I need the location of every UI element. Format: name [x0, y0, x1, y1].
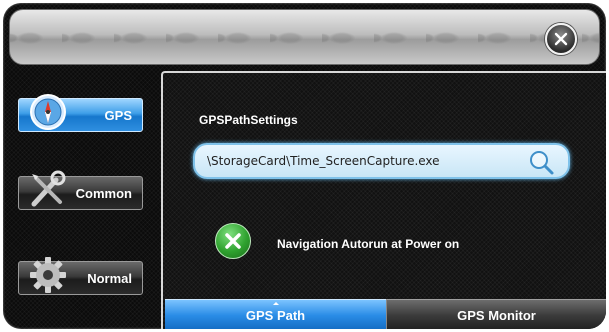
- gear-icon: [25, 252, 71, 298]
- tab-label: GPS Path: [245, 308, 306, 323]
- gps-settings-panel: GPSPathSettings \StorageCard\Time_Screen…: [161, 71, 606, 329]
- sidebar-item-common[interactable]: Common: [18, 170, 143, 210]
- sidebar-item-gps[interactable]: GPS: [18, 94, 143, 132]
- tab-caret-icon: [272, 302, 279, 305]
- title-bar: [9, 9, 600, 65]
- sidebar-item-normal[interactable]: Normal: [18, 257, 143, 295]
- x-toggle-icon: [225, 233, 241, 249]
- tab-label: GPS Monitor: [457, 308, 536, 323]
- search-icon[interactable]: [526, 148, 556, 176]
- close-button[interactable]: [545, 23, 577, 55]
- sidebar-item-label: Common: [75, 185, 132, 201]
- autorun-label: Navigation Autorun at Power on: [277, 237, 460, 251]
- tab-gps-monitor[interactable]: GPS Monitor: [386, 299, 606, 329]
- close-icon: [554, 32, 568, 46]
- compass-icon: [25, 89, 71, 135]
- section-title: GPSPathSettings: [199, 113, 298, 127]
- gps-path-value: \StorageCard\Time_ScreenCapture.exe: [207, 154, 440, 168]
- tools-icon: [25, 167, 71, 213]
- title-ornament: [10, 10, 599, 64]
- gps-path-field[interactable]: \StorageCard\Time_ScreenCapture.exe: [193, 143, 570, 179]
- tab-gps-path[interactable]: GPS Path: [165, 299, 386, 329]
- autorun-toggle[interactable]: [215, 223, 251, 259]
- sidebar-item-label: GPS: [104, 107, 132, 123]
- sidebar-item-label: Normal: [87, 270, 132, 286]
- settings-window: GPS Common Normal GPSPathSettings \Stora…: [3, 3, 606, 329]
